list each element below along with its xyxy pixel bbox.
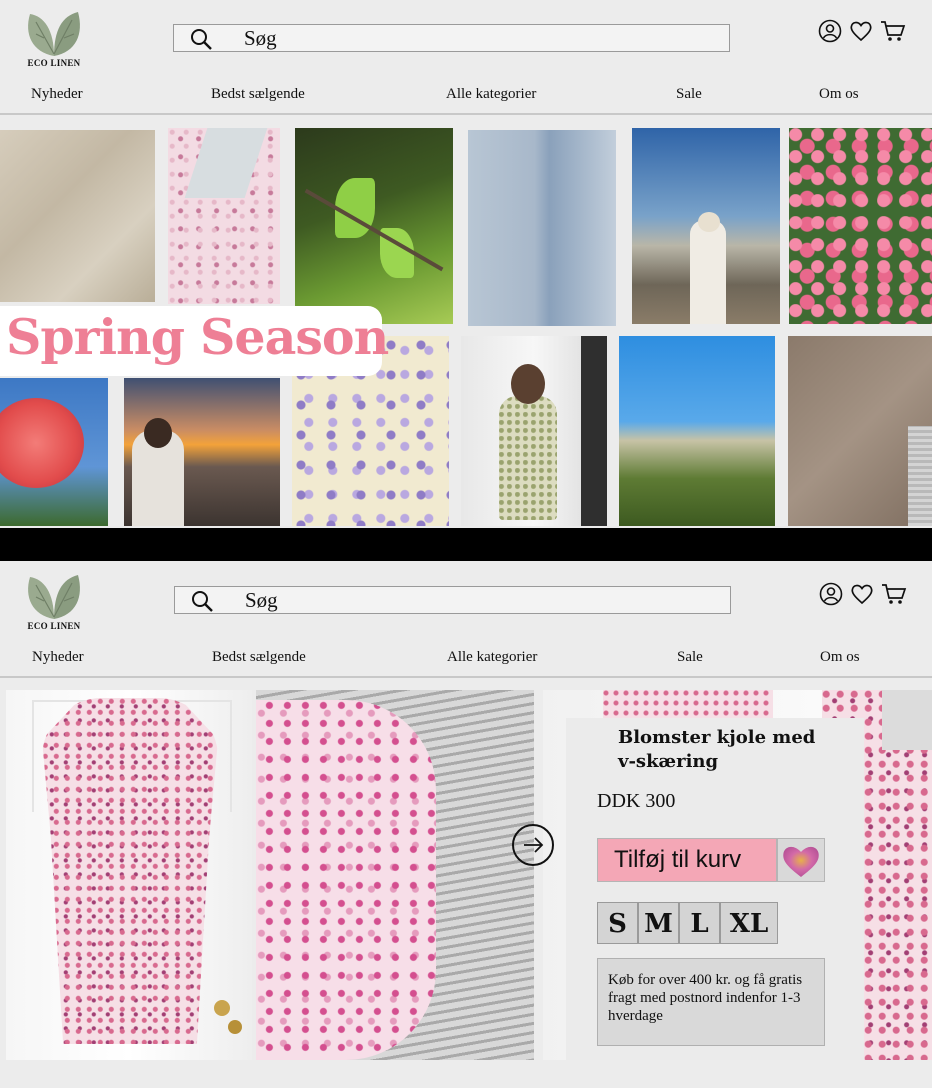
photo-mirror-selfie[interactable] [461,336,607,526]
nav-item-bestsellers[interactable]: Bedst sælgende [212,649,306,666]
photo-sunset-woman[interactable] [124,378,280,526]
screen-home: ECO LINEN Søg Nyheder Bedst sælgende All… [0,0,932,528]
search-bar-2[interactable]: Søg [174,586,731,614]
nav-divider [0,676,932,678]
cart-icon[interactable] [880,19,906,43]
photo-red-rose[interactable] [0,378,108,526]
account-icon[interactable] [818,19,842,43]
nav-item-nyheder[interactable]: Nyheder [32,649,84,666]
header-icons-2 [819,582,909,608]
brand-logo-2[interactable]: ECO LINEN [22,571,86,633]
add-to-cart-button[interactable]: Tilføj til kurv [597,838,777,882]
wishlist-button[interactable] [777,838,825,882]
photo-spring-branch[interactable] [295,128,453,324]
search-bar[interactable]: Søg [173,24,730,52]
heart-icon [783,846,819,877]
nav-item-categories[interactable]: Alle kategorier [446,86,536,103]
promo-banner[interactable]: Spring Season [0,306,389,376]
search-placeholder: Søg [244,26,277,50]
leaf-logo-icon [28,12,80,56]
nav-divider [0,113,932,115]
promo-headline: Spring Season [6,308,389,366]
heart-icon[interactable] [850,582,874,606]
add-to-cart-label: Tilføj til kurv [614,846,742,873]
product-info-panel: Blomster kjole med v-skæring DDK 300 Til… [566,718,864,1060]
main-nav-2: Nyheder Bedst sælgende Alle kategorier S… [0,649,932,673]
nav-item-categories[interactable]: Alle kategorier [447,649,537,666]
size-option-m[interactable]: M [638,902,679,944]
nav-item-sale[interactable]: Sale [677,649,703,666]
heart-icon[interactable] [849,19,873,43]
product-photo-main[interactable] [6,690,252,1060]
photo-dune-grass[interactable] [619,336,775,526]
account-icon[interactable] [819,582,843,606]
search-placeholder: Søg [245,588,278,612]
main-nav: Nyheder Bedst sælgende Alle kategorier S… [0,86,932,110]
logo-text: ECO LINEN [27,58,81,68]
photo-knit-cardigan[interactable] [788,336,932,526]
header-icons [818,19,908,45]
shipping-info-box: Køb for over 400 kr. og få gratis fragt … [597,958,825,1046]
search-icon[interactable] [190,28,212,50]
arrow-right-icon [524,837,544,853]
cart-icon[interactable] [881,582,907,606]
photo-linen-fabric[interactable] [0,130,155,302]
gallery-next-button[interactable] [512,824,554,866]
nav-item-nyheder[interactable]: Nyheder [31,86,83,103]
nav-item-about[interactable]: Om os [820,649,860,666]
nav-item-bestsellers[interactable]: Bedst sælgende [211,86,305,103]
product-price: DDK 300 [597,790,676,812]
photo-pink-blossoms[interactable] [789,128,932,324]
screen-separator [0,528,932,561]
size-option-l[interactable]: L [679,902,720,944]
photo-blue-ruffle[interactable] [468,130,616,326]
product-title: Blomster kjole med v-skæring [618,727,816,772]
logo-text: ECO LINEN [27,621,81,631]
size-option-s[interactable]: S [597,902,638,944]
shipping-info-text: Køb for over 400 kr. og få gratis fragt … [608,972,803,1024]
nav-item-sale[interactable]: Sale [676,86,702,103]
product-photo-sleeve[interactable] [256,690,534,1060]
search-icon[interactable] [191,590,213,612]
size-option-xl[interactable]: XL [720,902,778,944]
photo-woman-mountain[interactable] [632,128,780,324]
nav-item-about[interactable]: Om os [819,86,859,103]
brand-logo[interactable]: ECO LINEN [22,8,86,70]
photo-floral-dress-detail[interactable] [168,128,280,304]
leaf-logo-icon [28,575,80,619]
